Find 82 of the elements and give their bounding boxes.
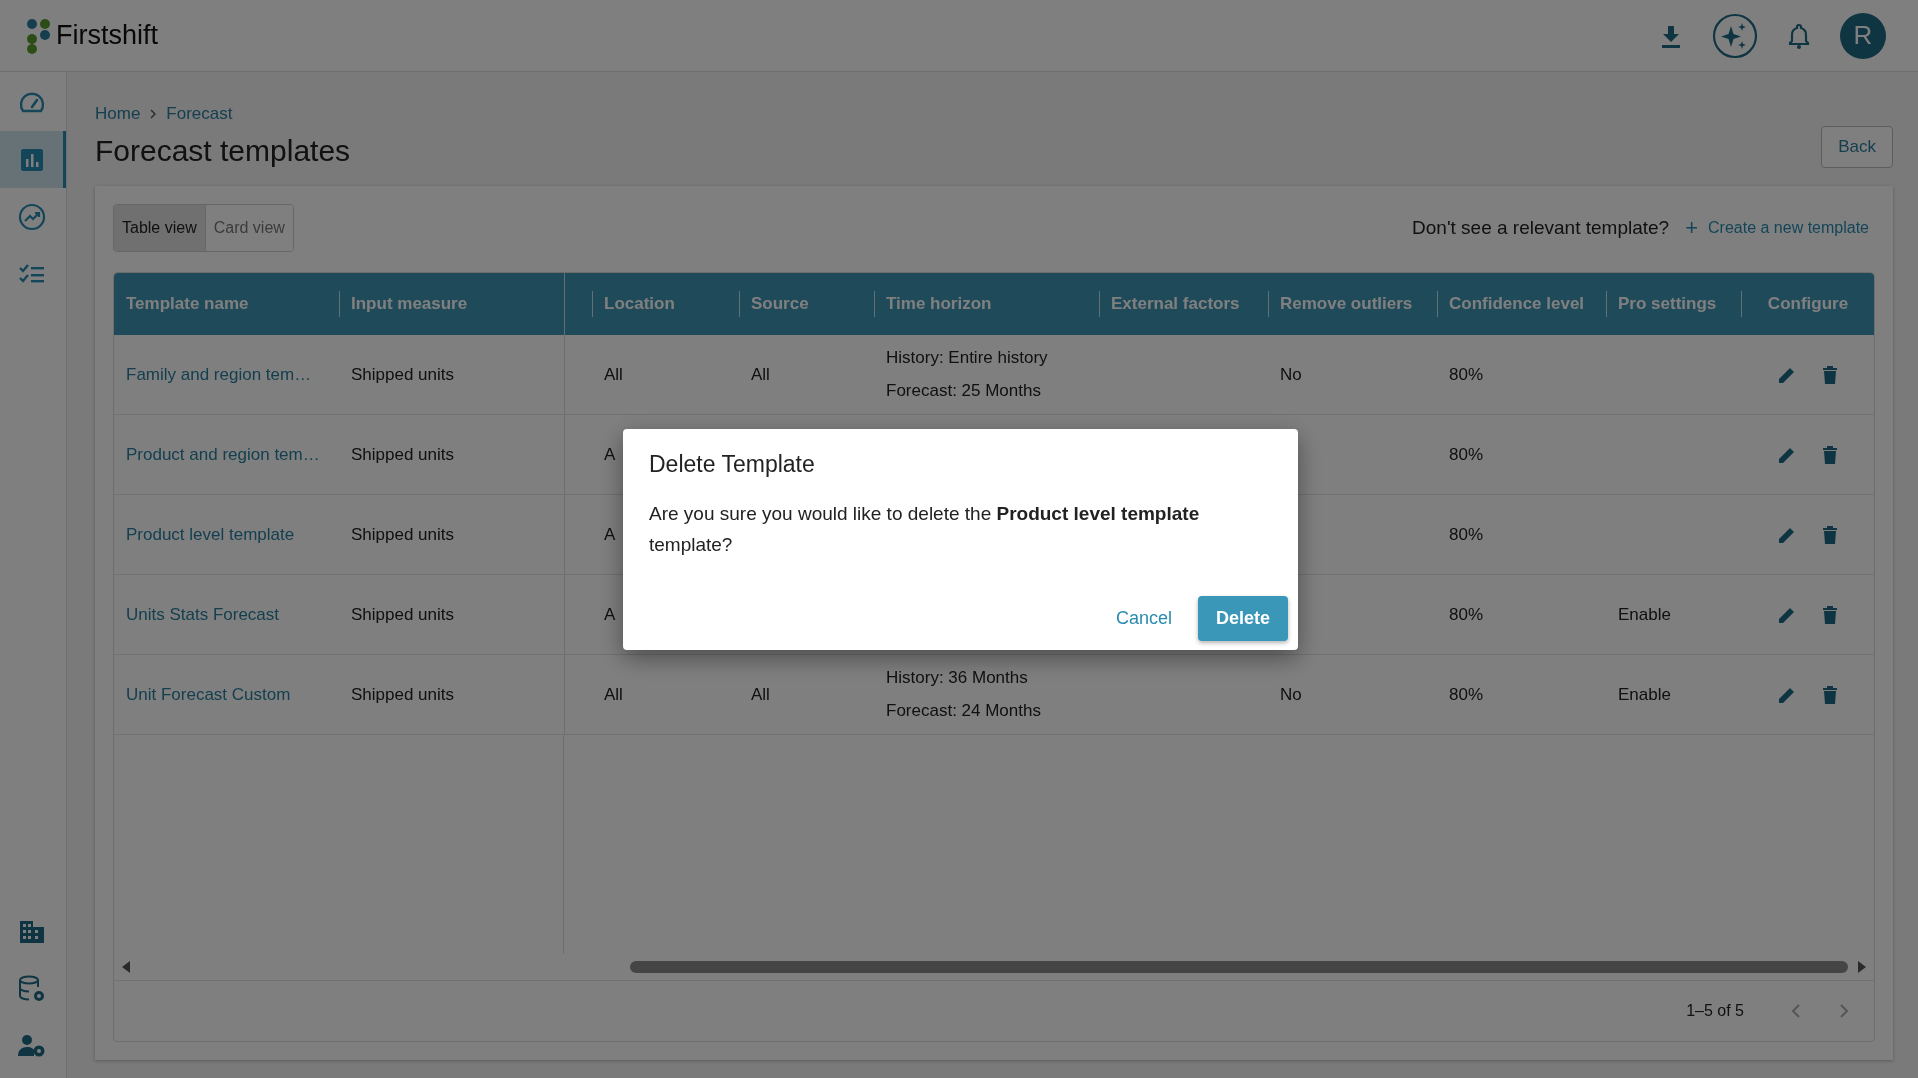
breadcrumb-link[interactable]: Forecast	[166, 104, 233, 124]
delete-icon[interactable]	[1822, 444, 1838, 465]
user-avatar[interactable]: R	[1840, 12, 1886, 59]
template-link[interactable]: Unit Forecast Custom	[126, 684, 291, 705]
column-header: Template name	[125, 293, 250, 315]
table-cell: All	[751, 364, 770, 385]
pagination-text: 1–5 of 5	[1686, 1002, 1744, 1020]
table-cell: All	[604, 364, 623, 385]
table-cell: Forecast: 24 Months	[886, 701, 1041, 721]
sidebar-item[interactable]	[0, 131, 66, 188]
logo-icon	[26, 17, 52, 54]
scroll-right-icon[interactable]	[1856, 960, 1868, 974]
table-cell: Shipped units	[351, 524, 455, 545]
table-cell: Forecast: 25 Months	[886, 381, 1041, 401]
template-link[interactable]: Family and region tem…	[126, 364, 312, 385]
column-header: Confidence level	[1437, 273, 1606, 335]
table-cell: 80%	[1449, 444, 1484, 465]
template-link[interactable]: Units Stats Forecast	[126, 604, 280, 625]
delete-icon[interactable]	[1822, 604, 1838, 625]
table-cell: A	[604, 604, 616, 625]
table-cell: 80%	[1449, 364, 1484, 385]
prompt-text: Don't see a relevant template?	[1412, 217, 1670, 239]
breadcrumb-link[interactable]: Home	[95, 104, 141, 124]
column-header: External factors	[1099, 273, 1268, 335]
table-cell: All	[751, 684, 770, 705]
gauge-icon	[18, 91, 45, 114]
dialog-message: Are you sure you would like to delete the Product level template template?	[649, 502, 1201, 557]
view-tab[interactable]: Table view	[114, 205, 205, 251]
sparkle-icon[interactable]	[1712, 12, 1758, 59]
column-header: Location	[592, 273, 739, 335]
edit-icon[interactable]	[1778, 605, 1796, 624]
previous-page-icon[interactable]	[1790, 1003, 1802, 1019]
table-cell: No	[1280, 364, 1302, 385]
edit-icon[interactable]	[1778, 685, 1796, 704]
table-cell: Shipped units	[351, 684, 455, 705]
table-cell: 80%	[1449, 524, 1484, 545]
cancel-button[interactable]: Cancel	[1107, 600, 1180, 637]
table-cell: Shipped units	[351, 604, 455, 625]
table-cell: A	[604, 524, 616, 545]
edit-icon[interactable]	[1778, 525, 1796, 544]
database-gear-icon	[17, 974, 46, 1003]
column-header: Time horizon	[874, 273, 1099, 335]
page-title: Forecast templates	[95, 134, 351, 168]
scroll-left-icon[interactable]	[120, 960, 132, 974]
view-tab[interactable]: Card view	[204, 205, 293, 251]
table-cell: Shipped units	[351, 364, 455, 385]
table-cell: History: Entire history	[886, 348, 1048, 368]
column-header: Source	[739, 273, 874, 335]
user-gear-icon	[17, 1033, 46, 1058]
template-link[interactable]: Product and region tem…	[126, 444, 320, 465]
column-header: Pro settings	[1606, 273, 1741, 335]
column-header: Remove outliers	[1268, 273, 1437, 335]
column-header: Configure	[1741, 273, 1874, 335]
edit-icon[interactable]	[1778, 445, 1796, 464]
dialog-title: Delete Template	[649, 451, 816, 478]
table-cell: 80%	[1449, 684, 1484, 705]
download-icon[interactable]	[1660, 23, 1682, 48]
delete-icon[interactable]	[1822, 364, 1838, 385]
bar-chart-icon	[19, 147, 44, 172]
table-cell: All	[604, 684, 623, 705]
building-icon	[18, 919, 45, 944]
trend-chart-icon	[17, 202, 46, 231]
create-template-link[interactable]: + Create a new template	[1685, 215, 1869, 241]
delete-icon[interactable]	[1822, 524, 1838, 545]
notifications-icon[interactable]	[1788, 22, 1810, 49]
template-link[interactable]: Product level template	[126, 524, 295, 545]
table-cell: Shipped units	[351, 444, 455, 465]
checklist-icon	[18, 262, 45, 285]
table-cell: History: 36 Months	[886, 668, 1028, 688]
delete-icon[interactable]	[1822, 684, 1838, 705]
back-button[interactable]: Back	[1821, 126, 1893, 168]
brand-name: Firstshift	[56, 20, 158, 51]
table-cell: 80%	[1449, 604, 1484, 625]
edit-icon[interactable]	[1778, 365, 1796, 384]
delete-button[interactable]: Delete	[1197, 596, 1288, 641]
table-cell: Enable	[1618, 684, 1671, 705]
chevron-icon	[149, 109, 158, 119]
table-cell: No	[1280, 684, 1302, 705]
table-cell: Enable	[1618, 604, 1671, 625]
column-header: Input measure	[339, 273, 564, 335]
table-cell: A	[604, 444, 616, 465]
next-page-icon[interactable]	[1838, 1003, 1850, 1019]
